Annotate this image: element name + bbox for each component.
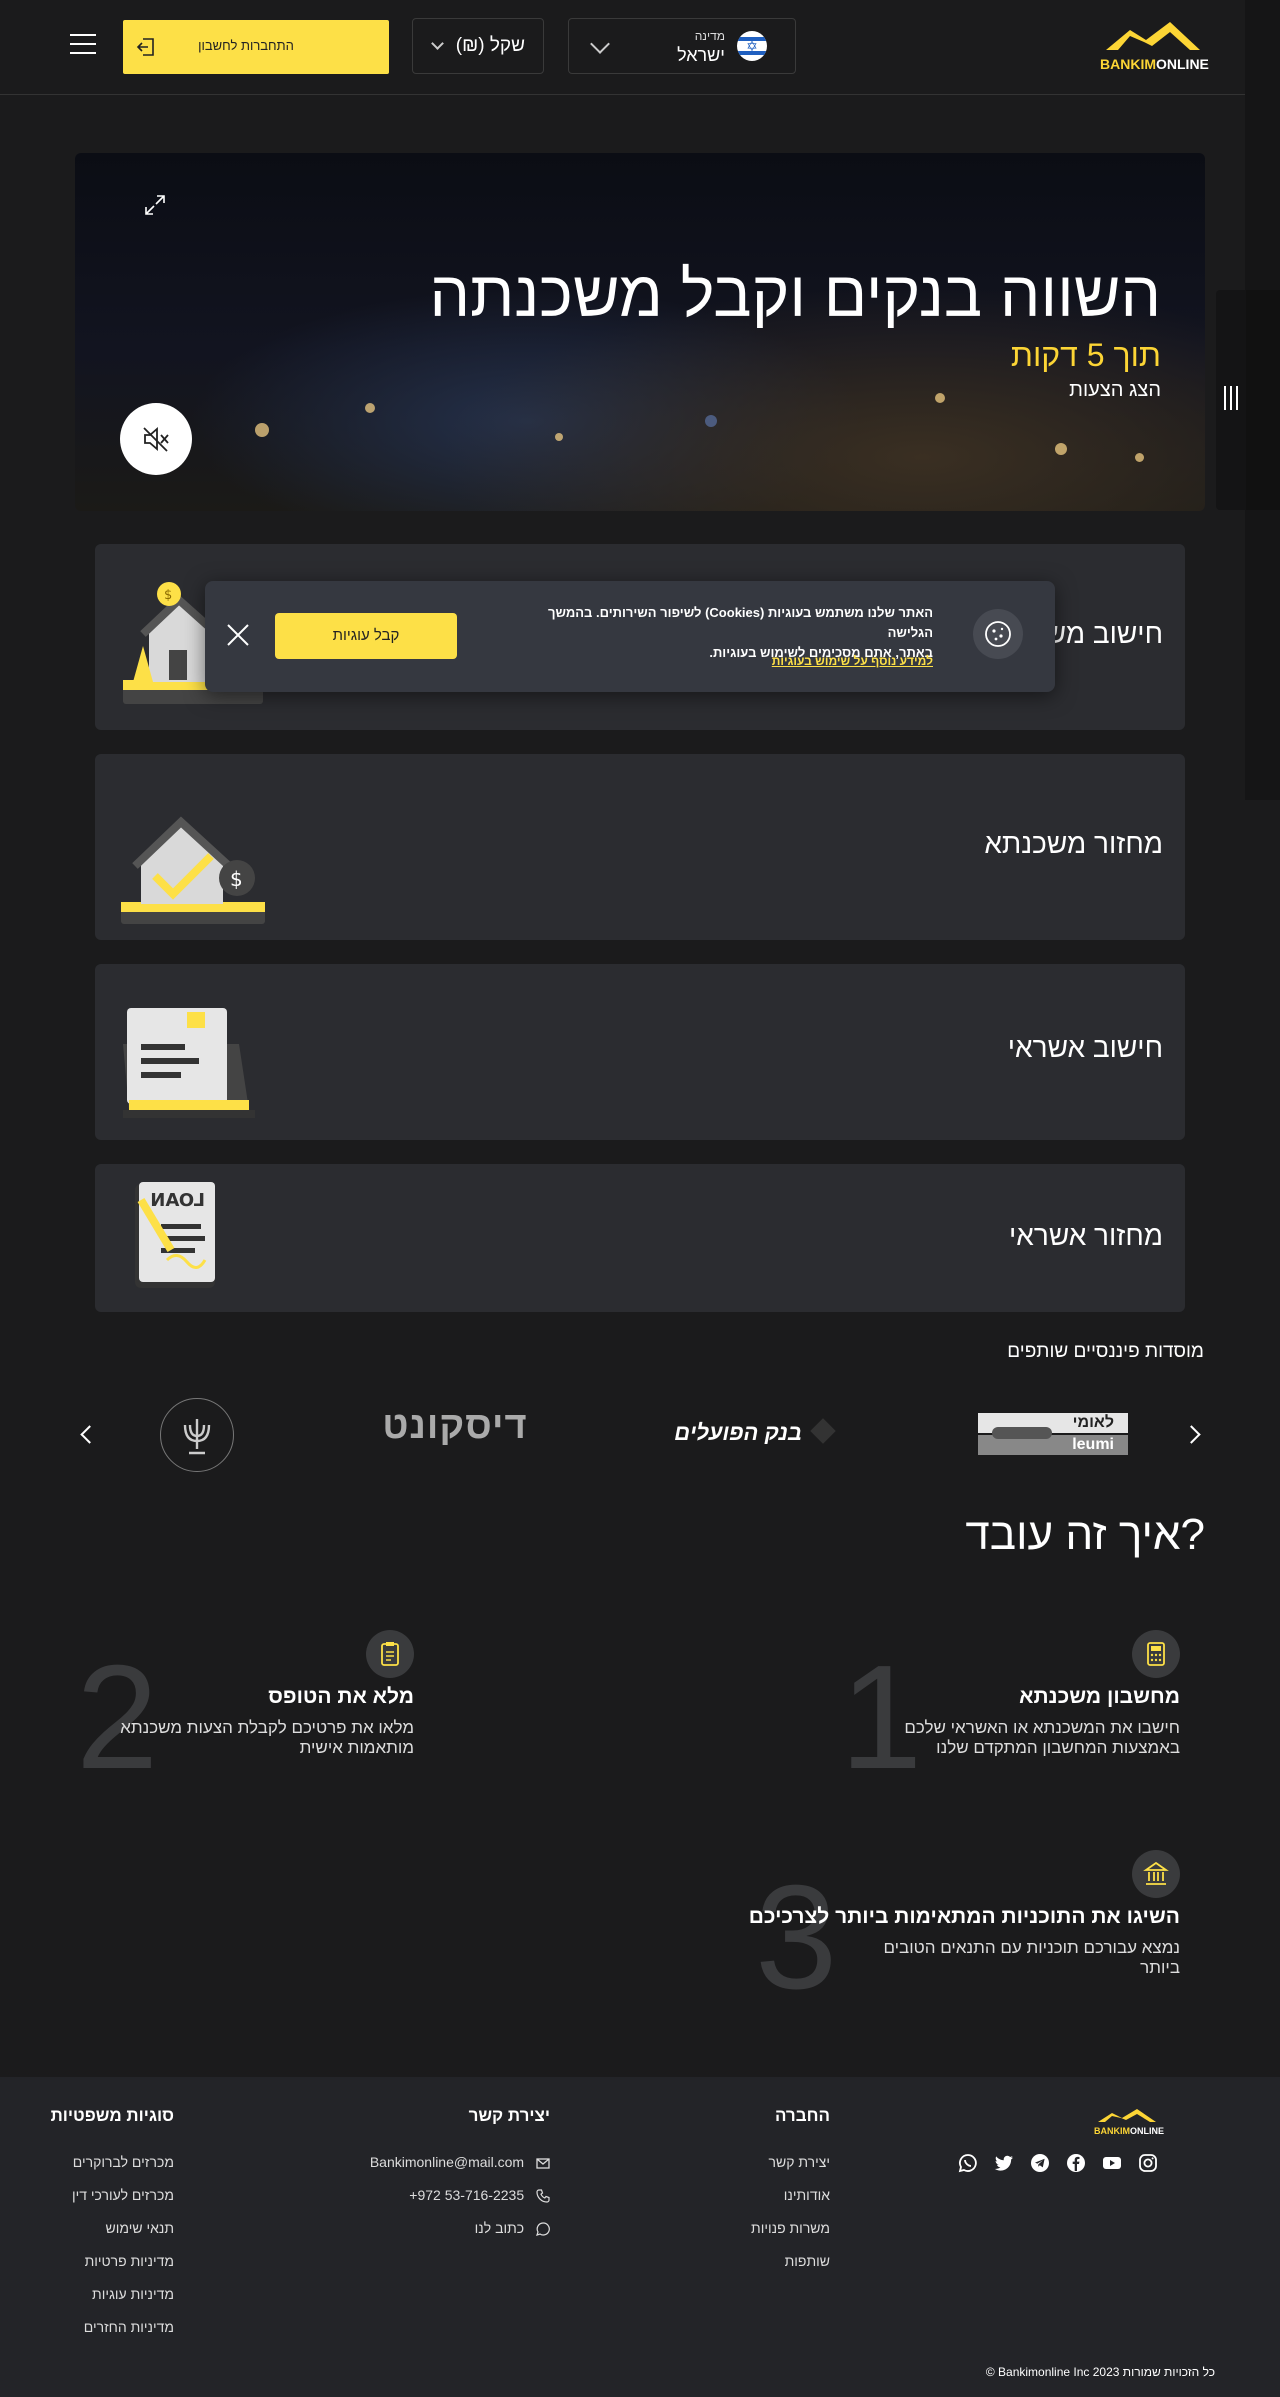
side-panel-handle[interactable] [1216,290,1246,510]
login-label: התחברות לחשבון [198,38,294,53]
footer-link-terms[interactable]: תנאי שימוש [51,2212,175,2245]
youtube-icon[interactable] [1102,2153,1122,2173]
site-footer [0,2077,1280,2397]
svg-text:$: $ [164,588,172,603]
footer-link-partnerships[interactable]: שותפות [751,2245,830,2278]
step-1: 1 מחשבון משכנתא חישבו את המשכנתא או האשר… [840,1630,1180,1792]
israel-flag-icon: ✡ [737,31,767,61]
expand-icon[interactable] [143,193,167,217]
footer-logo[interactable]: BANKIMONLINE [1094,2108,1164,2136]
footer-link-contact[interactable]: יצירת קשר [751,2146,830,2179]
show-offers-link[interactable]: הצג הצעות [1069,379,1161,402]
hamburger-menu-icon[interactable] [70,34,96,58]
house-refinance-icon: $ [121,816,265,924]
footer-column-title: יצירת קשר [468,2106,550,2125]
chevron-down-icon [431,37,444,50]
footer-column-title: החברה [774,2106,830,2125]
logo[interactable]: BANKIMONLINE [1100,20,1209,72]
footer-link-about[interactable]: אודותינו [751,2179,830,2212]
phone-icon [536,2189,550,2203]
step-description: מלאו את פרטיכם לקבלת הצעות משכנתא מותאמות… [120,1718,414,1757]
svg-text:$: $ [230,867,243,891]
how-it-works-title: איך זה עובד? [965,1510,1205,1559]
card-label: חישוב אשראי [1007,1032,1163,1063]
cookie-banner: האתר שלנו משתמש בעוגיות (Cookies) לשיפור… [205,581,1055,692]
svg-text:LOAN: LOAN [150,1190,205,1211]
mail-icon [536,2158,550,2169]
hero-video[interactable]: השווה בנקים וקבל משכנתה תוך 5 דקות הצג ה… [75,153,1205,511]
whatsapp-icon [536,2222,550,2237]
logo-roof-icon [1098,2109,1156,2122]
login-button[interactable]: התחברות לחשבון [123,20,389,74]
step-description: נמצא עבורכם תוכניות עם התנאים הטובים ביות… [883,1938,1180,1977]
cookie-more-link[interactable]: למידע נוסף על שימוש בעוגיות [772,654,933,668]
card-credit-calc[interactable]: חישוב אשראי [95,964,1185,1140]
step-title: השיגו את התוכניות המתאימות ביותר לצרכיכם [748,1905,1180,1928]
footer-column-title: סוגיות משפטיות [50,2106,174,2125]
step-title: מחשבון משכנתא [1019,1685,1180,1708]
partner-logo-poalim: בנק הפועלים [674,1418,836,1448]
hero-subtitle: תוך 5 דקות [1010,337,1161,373]
chevron-left-icon[interactable] [80,1425,99,1444]
logo-text: BANKIMONLINE [1100,56,1209,72]
page-edge [1245,0,1280,800]
country-selector[interactable]: ✡ מדינה ישראל [568,18,796,74]
cookie-icon [973,609,1023,659]
clipboard-icon [366,1630,414,1678]
accept-cookies-button[interactable]: קבל עוגיות [275,613,457,659]
step-title: מלא את הטופס [268,1685,414,1708]
partner-logo-leumi: לאומי leumi [978,1413,1128,1455]
footer-link-lawyer-tenders[interactable]: מכרזים לעורכי דין [51,2179,174,2212]
hero-title: השווה בנקים וקבל משכנתה [429,258,1161,330]
card-mortgage-refinance[interactable]: מחזור משכנתא $ [95,754,1185,940]
footer-company-column: החברה יצירת קשר אודותינו משרות פנויות שו… [751,2106,830,2278]
footer-email[interactable]: Bankimonline@mail.com [370,2146,550,2179]
logo-roof-icon [1106,22,1200,50]
mute-button[interactable] [120,403,192,475]
currency-selector[interactable]: (₪) שקל [412,18,544,74]
bank-icon [1132,1850,1180,1898]
partners-title: מוסדות פיננסיים שותפים [1007,1341,1204,1362]
speaker-mute-icon [143,427,169,452]
footer-link-broker-tenders[interactable]: מכרזים לברוקרים [51,2146,174,2179]
calculator-icon [1132,1630,1180,1678]
footer-link-refunds[interactable]: מדיניות החזרים [51,2311,174,2344]
facebook-icon[interactable] [1066,2153,1086,2173]
country-label: מדינה [694,29,725,43]
laptop-document-icon [123,1008,255,1118]
close-icon[interactable] [225,622,251,648]
card-credit-refinance[interactable]: מחזור אשראי LOAN [95,1164,1185,1312]
instagram-icon[interactable] [1138,2153,1158,2173]
footer-phone[interactable]: +972 53-716-2235 [370,2179,550,2212]
step-number: 3 [755,1855,838,2020]
step-2: 2 מלא את הטופס מלאו את פרטיכם לקבלת הצעו… [76,1630,414,1792]
telegram-icon[interactable] [1030,2153,1050,2173]
footer-legal-column: סוגיות משפטיות מכרזים לברוקרים מכרזים לע… [51,2106,174,2344]
twitter-icon[interactable] [994,2153,1014,2173]
site-header: BANKIMONLINE ✡ מדינה ישראל (₪) שקל התחבר… [0,0,1245,95]
partner-logo-bank-of-israel [160,1398,234,1472]
card-label: מחזור אשראי [1009,1220,1163,1251]
currency-value: (₪) שקל [455,35,525,56]
whatsapp-icon[interactable] [958,2153,978,2173]
footer-link-privacy[interactable]: מדיניות פרטיות [51,2245,174,2278]
menorah-icon [183,1419,211,1455]
copyright: © Bankimonline Inc כל הזכויות שמורות 202… [985,2365,1215,2379]
step-3: 3 השיגו את התוכניות המתאימות ביותר לצרכי… [748,1850,1180,2020]
loan-document-icon: LOAN [135,1182,215,1288]
step-description: חישבו את המשכנתא או האשראי שלכם באמצעות ה… [904,1718,1180,1757]
footer-link-cookies[interactable]: מדיניות עוגיות [51,2278,174,2311]
card-label: מחזור משכנתא [984,828,1163,859]
chevron-right-icon[interactable] [1182,1425,1201,1444]
country-value: ישראל [677,45,725,65]
footer-link-jobs[interactable]: משרות פנויות [751,2212,830,2245]
footer-write-us[interactable]: כתוב לנו [370,2212,550,2245]
partner-logo-discount: דיסקונט [382,1405,528,1447]
footer-contact-column: יצירת קשר Bankimonline@mail.com +972 53-… [370,2106,550,2245]
chevron-down-icon [590,34,610,54]
